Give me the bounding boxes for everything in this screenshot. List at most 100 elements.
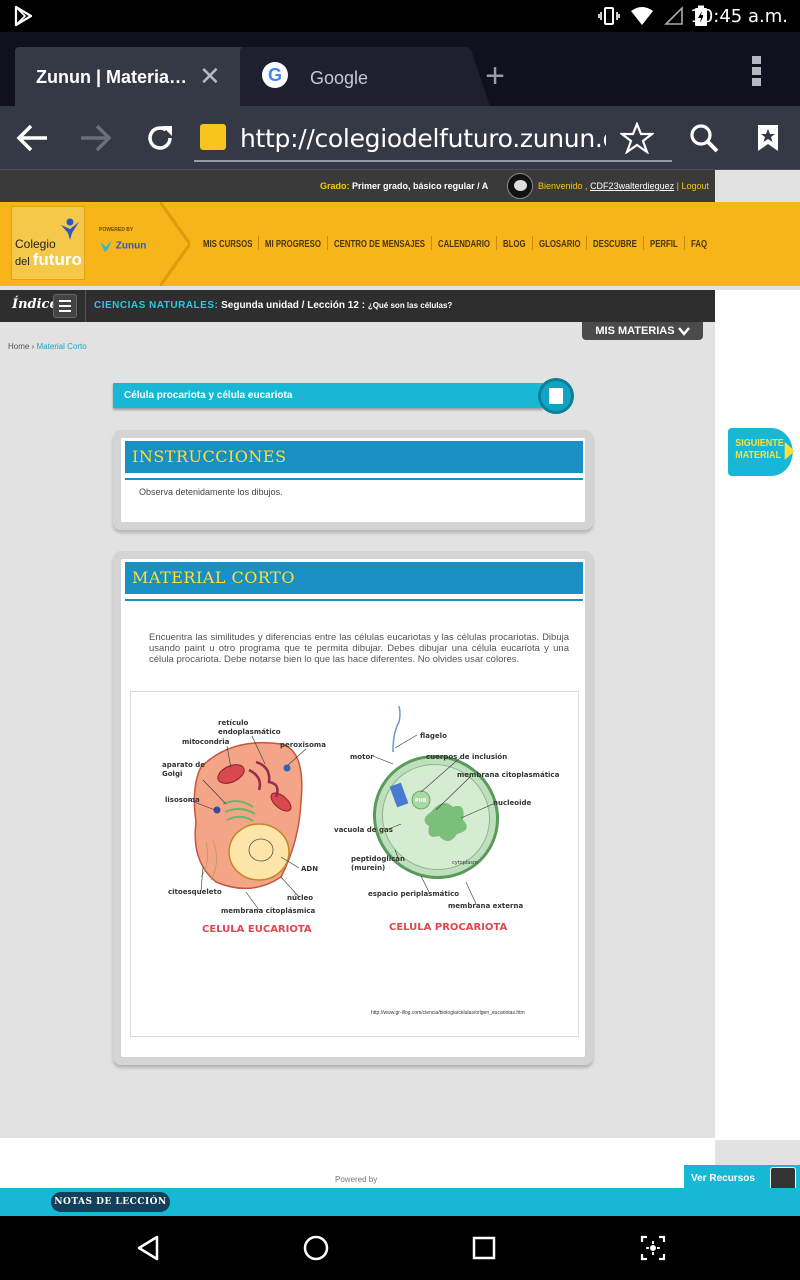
play-store-icon [14, 5, 33, 27]
logo-futuro: futuro [32, 250, 82, 269]
google-icon: G [262, 62, 288, 88]
forward-icon[interactable] [74, 116, 118, 160]
bookmarks-icon[interactable] [746, 116, 790, 160]
document-icon[interactable] [538, 378, 574, 414]
site-favicon-icon [200, 124, 226, 150]
nav-item-mi-progreso[interactable]: MI PROGRESO [265, 234, 321, 252]
browser-toolbar: http://colegiodelfuturo.zunun.org/c [0, 106, 800, 170]
material-corto-heading: MATERIAL CORTO [125, 562, 583, 594]
label-cytoplasm: cytoplasm [452, 860, 478, 866]
nav-separator [327, 236, 329, 250]
nucleus [228, 823, 290, 881]
leader-line [465, 881, 477, 905]
leader-line [394, 734, 418, 749]
nav-separator [258, 236, 260, 250]
header-chevron-decoration [160, 202, 190, 286]
back-icon[interactable] [10, 116, 54, 160]
index-list-icon[interactable] [53, 294, 77, 318]
label-membrana-citoplasmica: membrana citoplásmica [221, 907, 316, 915]
signal-icon [664, 6, 683, 25]
label-motor: motor [350, 753, 374, 761]
label-golgi: Golgi [162, 770, 183, 778]
nav-item-mis-cursos[interactable]: MIS CURSOS [203, 234, 252, 252]
peroxisome [283, 764, 291, 772]
nav-item-label: FAQ [690, 239, 707, 250]
zunun-bird-icon [100, 240, 112, 252]
breadcrumb: Home › Material Corto [8, 342, 87, 351]
breadcrumb-home[interactable]: Home [8, 342, 29, 351]
search-icon[interactable] [682, 116, 726, 160]
colegio-del-futuro-logo[interactable]: Colegio del futuro [11, 206, 85, 280]
material-title-bar: Célula procariota y célula eucariota [113, 383, 543, 408]
username-link[interactable]: CDF23walterdieguez [590, 181, 674, 191]
label-nucleoide: nucleoide [493, 799, 532, 807]
subject-label: CIENCIAS NATURALES: [94, 300, 219, 311]
back-nav-icon[interactable] [133, 1232, 165, 1264]
label-membrana-citoplasmatica: membrana citoplasmática [457, 771, 560, 779]
lesson-question: ¿Qué son las células? [367, 301, 453, 310]
user-topbar: Grado: Primer grado, básico regular / A … [0, 170, 715, 202]
logo-figure-icon [61, 218, 79, 240]
label-mitocondria: mitocondria [182, 738, 230, 746]
new-tab-icon[interactable]: + [470, 47, 520, 106]
welcome-label: Bienvenido , [538, 181, 588, 191]
breadcrumb-sep: › [31, 342, 35, 351]
nav-item-faq[interactable]: FAQ [691, 234, 707, 252]
nav-item-label: DESCUBRE [593, 239, 638, 250]
screenshot-icon[interactable] [637, 1232, 669, 1264]
label-cuerpos: cuerpos de inclusión [426, 753, 508, 761]
caption-eucariota: CELULA EUCARIOTA [202, 924, 312, 935]
nav-item-label: CALENDARIO [438, 239, 491, 250]
flagellum [392, 705, 401, 753]
nav-item-calendario[interactable]: CALENDARIO [438, 234, 490, 252]
logo-line1: Colegio [15, 237, 56, 251]
nav-separator [496, 236, 498, 250]
label-aparato: aparato de [162, 761, 205, 769]
nav-item-label: BLOG [503, 239, 526, 250]
powered-by-label: POWERED BY [99, 227, 134, 233]
grado-info: Grado: Primer grado, básico regular / A [320, 181, 488, 191]
nav-item-label: GLOSARIO [538, 239, 581, 250]
reload-icon[interactable] [138, 116, 182, 160]
nav-item-blog[interactable]: BLOG [503, 234, 526, 252]
label-adn: ADN [301, 865, 319, 873]
label-lisosoma: lisosoma [165, 796, 200, 804]
divider [85, 290, 86, 322]
menu-icon[interactable] [750, 54, 764, 88]
chevron-right-icon [784, 442, 795, 460]
logout-link[interactable]: Logout [681, 181, 709, 191]
nav-item-descubre[interactable]: DESCUBRE [593, 234, 637, 252]
tab-strip: Zunun | Materia… ✕ G Google + [0, 32, 800, 106]
tab-title: Zunun | Materia… [36, 67, 188, 87]
nav-item-label: CENTRO DE MENSAJES [334, 239, 426, 250]
address-bar[interactable]: http://colegiodelfuturo.zunun.org/c [194, 114, 672, 162]
avatar[interactable] [507, 173, 533, 199]
siguiente-material-button[interactable]: SIGUIENTE MATERIAL [728, 428, 795, 476]
tab-google[interactable]: G Google [240, 47, 490, 106]
image-source-url[interactable]: http://www.gr-illog.com/ciencia/biologia… [371, 1010, 525, 1016]
logo-line2: del futuro [15, 250, 82, 270]
nav-item-label: MIS CURSOS [203, 239, 253, 250]
label-endoplasmatico: endoplasmático [218, 728, 281, 736]
lesson-breadcrumb: CIENCIAS NATURALES: Segunda unidad / Lec… [94, 300, 452, 311]
label-espacio-periplasmatico: espacio periplasmático [368, 890, 460, 898]
home-nav-icon[interactable] [300, 1232, 332, 1264]
card-body: MATERIAL CORTO Encuentra las similitudes… [121, 559, 585, 1057]
mis-materias-button[interactable]: MIS MATERIAS [582, 322, 703, 340]
label-nucleo: núcleo [287, 894, 314, 902]
separator: | [676, 181, 679, 191]
status-bar: 10:45 a.m. [0, 0, 800, 32]
label-peptidoglican: peptidoglican [351, 855, 406, 863]
nav-item-glosario[interactable]: GLOSARIO [539, 234, 581, 252]
recents-nav-icon[interactable] [468, 1232, 500, 1264]
tab-zunun[interactable]: Zunun | Materia… ✕ [15, 47, 265, 106]
nav-item-perfil[interactable]: PERFIL [650, 234, 678, 252]
nav-separator [683, 236, 685, 250]
close-tab-icon[interactable]: ✕ [199, 63, 221, 89]
vibrate-icon [598, 7, 620, 25]
breadcrumb-current[interactable]: Material Corto [36, 342, 86, 351]
bookmark-star-icon[interactable] [620, 122, 654, 154]
notas-de-leccion-button[interactable]: NOTAS DE LECCIÓN [51, 1192, 170, 1212]
nav-item-centro-de-mensajes[interactable]: CENTRO DE MENSAJES [334, 234, 425, 252]
indice-label[interactable]: Índice [12, 297, 58, 312]
